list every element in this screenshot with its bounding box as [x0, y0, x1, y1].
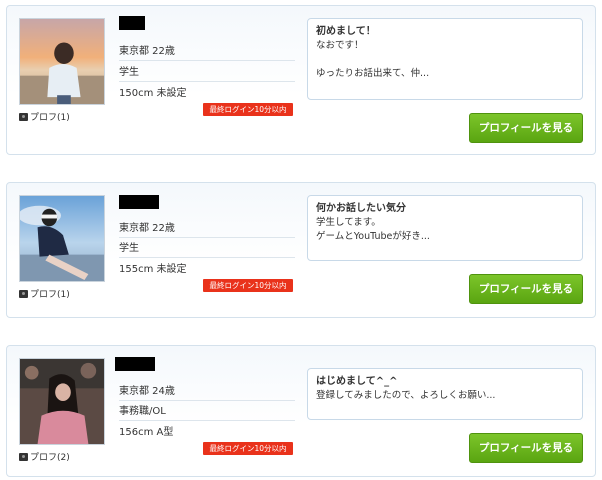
view-profile-button[interactable]: プロフィールを見る	[469, 113, 583, 143]
message-title: 初めまして！	[316, 26, 376, 37]
profile-card: プロフ(1) 東京都 22歳 学生 150cm 未設定 最終ログイン10分以内 …	[6, 5, 596, 155]
username-redacted	[119, 16, 145, 30]
location-age: 東京都 22歳	[119, 219, 295, 238]
occupation: 学生	[119, 239, 295, 258]
photo-count[interactable]: プロフ(1)	[19, 287, 70, 300]
photo-count-label: プロフ(2)	[30, 453, 70, 463]
camera-icon	[19, 289, 28, 298]
username-redacted	[119, 195, 159, 209]
message-line	[316, 53, 574, 67]
view-profile-button[interactable]: プロフィールを見る	[469, 433, 583, 463]
height-blood: 155cm 未設定	[119, 264, 187, 275]
message-line: なおです！	[316, 40, 364, 51]
profile-card: プロフ(2) 東京都 24歳 事務職/OL 156cm A型 最終ログイン10分…	[6, 345, 596, 477]
message-line: 学生してます。	[316, 217, 381, 228]
message-box: 何かお話したい気分 学生してます。 ゲームとYouTubeが好き...	[307, 195, 583, 261]
username-redacted	[115, 357, 155, 371]
location-age: 東京都 22歳	[119, 42, 295, 61]
location-age: 東京都 24歳	[119, 382, 295, 401]
photo-count[interactable]: プロフ(2)	[19, 450, 70, 463]
message-line: ゆったりお話出来て、仲...	[316, 68, 430, 79]
profile-card: プロフ(1) 東京都 22歳 学生 155cm 未設定 最終ログイン10分以内 …	[6, 182, 596, 318]
profile-photo[interactable]	[19, 358, 105, 445]
camera-icon	[19, 452, 28, 461]
message-box: はじめまして^_^ 登録してみましたので、よろしくお願い...	[307, 368, 583, 420]
occupation: 学生	[119, 63, 295, 82]
height-blood: 156cm A型	[119, 427, 174, 438]
photo-count-label: プロフ(1)	[30, 113, 70, 123]
camera-icon	[19, 112, 28, 121]
last-login-badge: 最終ログイン10分以内	[203, 103, 293, 116]
message-box: 初めまして！ なおです！ ゆったりお話出来て、仲...	[307, 18, 583, 100]
height-blood: 150cm 未設定	[119, 88, 187, 99]
message-title: 何かお話したい気分	[316, 203, 406, 214]
profile-photo[interactable]	[19, 195, 105, 282]
message-line: 登録してみましたので、よろしくお願い...	[316, 390, 496, 401]
message-title: はじめまして^_^	[316, 376, 398, 387]
last-login-badge: 最終ログイン10分以内	[203, 442, 293, 455]
message-line: ゲームとYouTubeが好き...	[316, 231, 430, 242]
occupation: 事務職/OL	[119, 402, 295, 421]
profile-photo[interactable]	[19, 18, 105, 105]
view-profile-button[interactable]: プロフィールを見る	[469, 274, 583, 304]
photo-count[interactable]: プロフ(1)	[19, 110, 70, 123]
last-login-badge: 最終ログイン10分以内	[203, 279, 293, 292]
photo-count-label: プロフ(1)	[30, 290, 70, 300]
